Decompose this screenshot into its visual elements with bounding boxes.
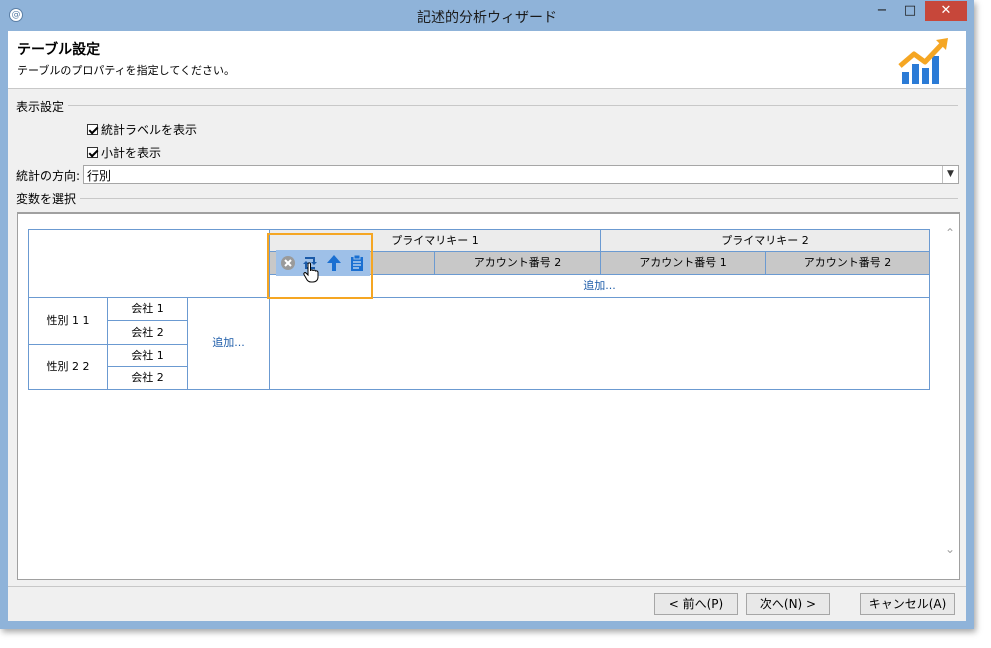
maximize-button[interactable]: □ (900, 1, 920, 21)
scroll-down-icon[interactable]: ⌄ (945, 542, 955, 556)
column-header-account[interactable]: アカウント番号 1 (601, 252, 766, 275)
wizard-client-area: テーブル設定 テーブルのプロパティを指定してください。 表示設定 統計ラベルを表… (8, 31, 966, 621)
grid-corner (29, 230, 270, 298)
display-settings-label: 表示設定 (16, 98, 69, 115)
vertical-scrollbar[interactable]: ⌃ ⌄ (942, 214, 959, 577)
display-settings-divider (16, 105, 958, 106)
minimize-button[interactable]: − (872, 1, 892, 21)
row-header-item[interactable]: 会社 1 (108, 345, 188, 367)
page-subtitle: テーブルのプロパティを指定してください。 (17, 64, 236, 77)
variables-grid: プライマリキー 1 プライマリキー 2 号 1 アカウント番号 2 アカウント番… (28, 229, 930, 390)
show-subtotals-checkbox[interactable]: 小計を表示 (87, 144, 161, 161)
wizard-header: テーブル設定 テーブルのプロパティを指定してください。 (8, 31, 966, 89)
show-subtotals-label: 小計を表示 (101, 146, 162, 160)
row-header-item[interactable]: 会社 2 (108, 321, 188, 345)
row-header-group[interactable]: 性別 2 2 (29, 345, 108, 389)
column-header-primary-2[interactable]: プライマリキー 2 (601, 230, 929, 252)
add-row-link[interactable]: 追加... (188, 298, 270, 389)
direction-label: 統計の方向: (16, 169, 81, 183)
column-header-account[interactable]: アカウント番号 2 (435, 252, 601, 275)
page-title: テーブル設定 (17, 42, 101, 58)
hover-toolbar-highlight (267, 233, 373, 299)
remove-icon[interactable] (280, 255, 296, 271)
next-button[interactable]: 次へ(N) > (746, 593, 830, 615)
hand-cursor-icon (303, 262, 319, 283)
direction-select[interactable]: 行別 ▼ (83, 165, 959, 184)
title-bar[interactable]: @ 記述的分析ウィザード − □ ✕ (0, 0, 974, 32)
clipboard-icon[interactable] (349, 254, 365, 272)
cancel-button[interactable]: キャンセル(A) (860, 593, 955, 615)
move-up-icon[interactable] (326, 254, 342, 272)
direction-value: 行別 (87, 169, 112, 183)
variables-divider (16, 198, 958, 199)
column-header-account[interactable]: アカウント番号 2 (766, 252, 929, 275)
row-header-group[interactable]: 性別 1 1 (29, 298, 108, 345)
checkbox-checked[interactable] (87, 147, 98, 158)
wizard-window: @ 記述的分析ウィザード − □ ✕ テーブル設定 テーブルのプロパティを指定し… (0, 0, 974, 629)
row-header-item[interactable]: 会社 2 (108, 367, 188, 389)
window-title: 記述的分析ウィザード (417, 10, 557, 26)
show-stat-labels-checkbox[interactable]: 統計ラベルを表示 (87, 121, 197, 138)
checkbox-checked[interactable] (87, 124, 98, 135)
analytics-chart-icon (898, 38, 948, 84)
row-header-item[interactable]: 会社 1 (108, 298, 188, 321)
close-button[interactable]: ✕ (925, 1, 967, 21)
scroll-up-icon[interactable]: ⌃ (945, 226, 955, 240)
chevron-down-icon[interactable]: ▼ (942, 166, 958, 183)
column-hover-toolbar (276, 250, 370, 283)
grid-data-area (270, 298, 929, 389)
footer-divider (8, 586, 966, 587)
show-stat-labels-label: 統計ラベルを表示 (101, 123, 198, 137)
variables-label: 変数を選択 (16, 190, 81, 207)
prev-button[interactable]: < 前へ(P) (654, 593, 738, 615)
variables-panel: プライマリキー 1 プライマリキー 2 号 1 アカウント番号 2 アカウント番… (17, 212, 960, 580)
